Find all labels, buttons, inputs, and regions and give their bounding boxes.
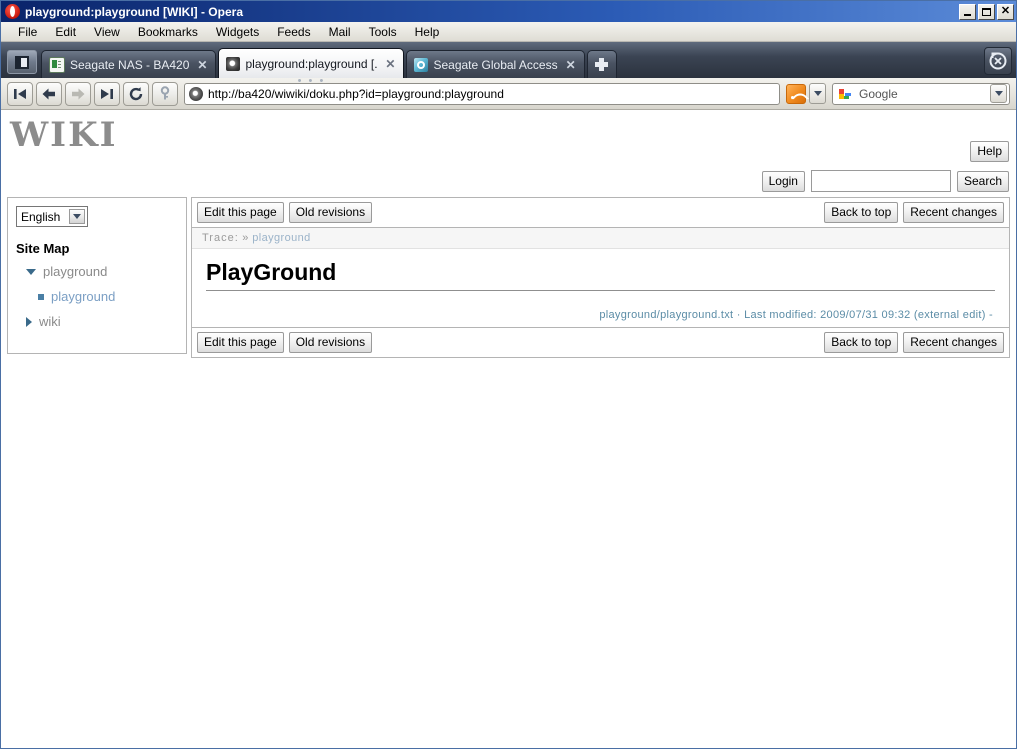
- back-to-top-button-top[interactable]: Back to top: [824, 202, 899, 223]
- article: PlayGround playground/playground.txt · L…: [192, 249, 1009, 327]
- rss-dropdown-icon[interactable]: [809, 83, 826, 104]
- tree-link-playground[interactable]: playground: [43, 264, 107, 279]
- old-revisions-button-bottom[interactable]: Old revisions: [288, 332, 373, 353]
- menu-mail[interactable]: Mail: [320, 23, 360, 41]
- chevron-down-icon[interactable]: [69, 209, 85, 224]
- breadcrumb-item-playground[interactable]: playground: [252, 232, 310, 244]
- breadcrumb-label: Trace:: [202, 232, 239, 244]
- rss-icon[interactable]: [786, 83, 806, 104]
- page-title: PlayGround: [206, 259, 995, 291]
- sidebar: English Site Map playground playground w…: [7, 197, 187, 354]
- opera-icon: [189, 86, 203, 101]
- maximize-button[interactable]: [978, 3, 995, 20]
- tree-children: playground: [16, 289, 178, 304]
- panel-toggle-icon[interactable]: [7, 50, 37, 74]
- sitemap-tree: playground playground wiki: [16, 264, 178, 329]
- tab-close-icon[interactable]: ✕: [195, 58, 209, 72]
- tab-close-icon[interactable]: ✕: [564, 58, 578, 72]
- globe-icon: [414, 57, 429, 72]
- search-dropdown-icon[interactable]: [990, 84, 1007, 103]
- recent-changes-button-bottom[interactable]: Recent changes: [903, 332, 1004, 353]
- tree-node-playground: playground playground: [16, 264, 178, 304]
- title-bar: playground:playground [WIKI] - Opera ✕: [1, 1, 1016, 22]
- window-title: playground:playground [WIKI] - Opera: [25, 4, 243, 19]
- new-tab-button[interactable]: [586, 50, 617, 78]
- address-input[interactable]: http://ba420/wiwiki/doku.php?id=playgrou…: [184, 82, 780, 105]
- breadcrumb: Trace: » playground: [192, 228, 1009, 249]
- language-select-value: English: [21, 209, 61, 224]
- tab-close-icon[interactable]: ✕: [383, 57, 397, 71]
- tab-label: playground:playground [...: [245, 56, 378, 71]
- document-icon: [49, 56, 65, 73]
- tab-overflow-dots: • • •: [297, 75, 326, 87]
- language-select[interactable]: English: [16, 206, 88, 227]
- browser-tab-playground[interactable]: playground:playground [... ✕ • • •: [218, 48, 405, 87]
- reload-button[interactable]: [123, 81, 149, 106]
- undo-close-tab-icon[interactable]: [984, 47, 1012, 75]
- web-search-input[interactable]: Google: [832, 82, 1010, 105]
- help-button[interactable]: Help: [970, 141, 1009, 162]
- minimize-button[interactable]: [959, 3, 976, 20]
- menu-help[interactable]: Help: [406, 23, 449, 41]
- google-icon: [837, 86, 853, 102]
- window-controls: ✕: [959, 3, 1014, 20]
- back-to-top-button-bottom[interactable]: Back to top: [824, 332, 899, 353]
- square-bullet-icon: [38, 293, 44, 300]
- menu-tools[interactable]: Tools: [360, 23, 406, 41]
- breadcrumb-separator: »: [242, 232, 249, 244]
- address-toolbar: http://ba420/wiwiki/doku.php?id=playgrou…: [1, 78, 1016, 110]
- toolbar-top: Edit this page Old revisions Back to top…: [192, 198, 1009, 228]
- go-to-start-button[interactable]: [7, 81, 33, 106]
- edit-this-page-button-bottom[interactable]: Edit this page: [197, 332, 284, 353]
- tab-label: Seagate Global Access: [433, 57, 558, 72]
- opera-icon: [5, 4, 20, 19]
- wiki-search-input[interactable]: [810, 170, 951, 192]
- menu-widgets[interactable]: Widgets: [207, 23, 268, 41]
- toolbar-bottom: Edit this page Old revisions Back to top…: [192, 327, 1009, 357]
- triangle-down-icon[interactable]: [26, 268, 36, 275]
- menu-file[interactable]: File: [9, 23, 46, 41]
- go-to-end-button[interactable]: [94, 81, 120, 106]
- back-button[interactable]: [36, 81, 62, 106]
- recent-changes-button-top[interactable]: Recent changes: [903, 202, 1004, 223]
- menu-bookmarks[interactable]: Bookmarks: [129, 23, 207, 41]
- forward-button[interactable]: [65, 81, 91, 106]
- tree-link-playground-page[interactable]: playground: [51, 289, 115, 304]
- opera-browser-window: playground:playground [WIKI] - Opera ✕ F…: [0, 0, 1017, 749]
- edit-this-page-button-top[interactable]: Edit this page: [197, 202, 284, 223]
- login-button[interactable]: Login: [761, 170, 805, 192]
- menu-edit[interactable]: Edit: [46, 23, 85, 41]
- wiki-header: WIKI Help Login Search: [2, 111, 1015, 197]
- wiki-header-controls: Help Login Search: [761, 141, 1009, 192]
- wiki-body: English Site Map playground playground w…: [2, 197, 1015, 358]
- address-value: http://ba420/wiwiki/doku.php?id=playgrou…: [208, 86, 504, 101]
- tab-label: Seagate NAS - BA420: [70, 57, 190, 72]
- menu-bar: File Edit View Bookmarks Widgets Feeds M…: [1, 22, 1016, 42]
- wiki-search-button[interactable]: Search: [956, 170, 1009, 192]
- menu-view[interactable]: View: [85, 23, 129, 41]
- menu-feeds[interactable]: Feeds: [268, 23, 319, 41]
- tree-node-playground-child: playground: [38, 289, 178, 304]
- triangle-right-icon[interactable]: [26, 316, 32, 327]
- page-docinfo: playground/playground.txt · Last modifie…: [599, 309, 993, 321]
- opera-icon: [226, 56, 241, 71]
- page-viewport: WIKI Help Login Search English Site Map: [2, 111, 1015, 747]
- browser-tab-seagate-global-access[interactable]: Seagate Global Access ✕: [406, 50, 585, 78]
- content-area: Edit this page Old revisions Back to top…: [191, 197, 1010, 358]
- sitemap-title: Site Map: [16, 241, 70, 256]
- close-button[interactable]: ✕: [997, 3, 1014, 20]
- browser-tab-seagate-nas[interactable]: Seagate NAS - BA420 ✕: [41, 50, 217, 78]
- old-revisions-button-top[interactable]: Old revisions: [288, 202, 373, 223]
- tree-link-wiki[interactable]: wiki: [39, 314, 61, 329]
- tab-bar: Seagate NAS - BA420 ✕ playground:playgro…: [1, 42, 1016, 87]
- key-icon[interactable]: [152, 81, 178, 106]
- tree-node-wiki: wiki: [16, 314, 178, 329]
- web-search-engine-label: Google: [859, 86, 898, 101]
